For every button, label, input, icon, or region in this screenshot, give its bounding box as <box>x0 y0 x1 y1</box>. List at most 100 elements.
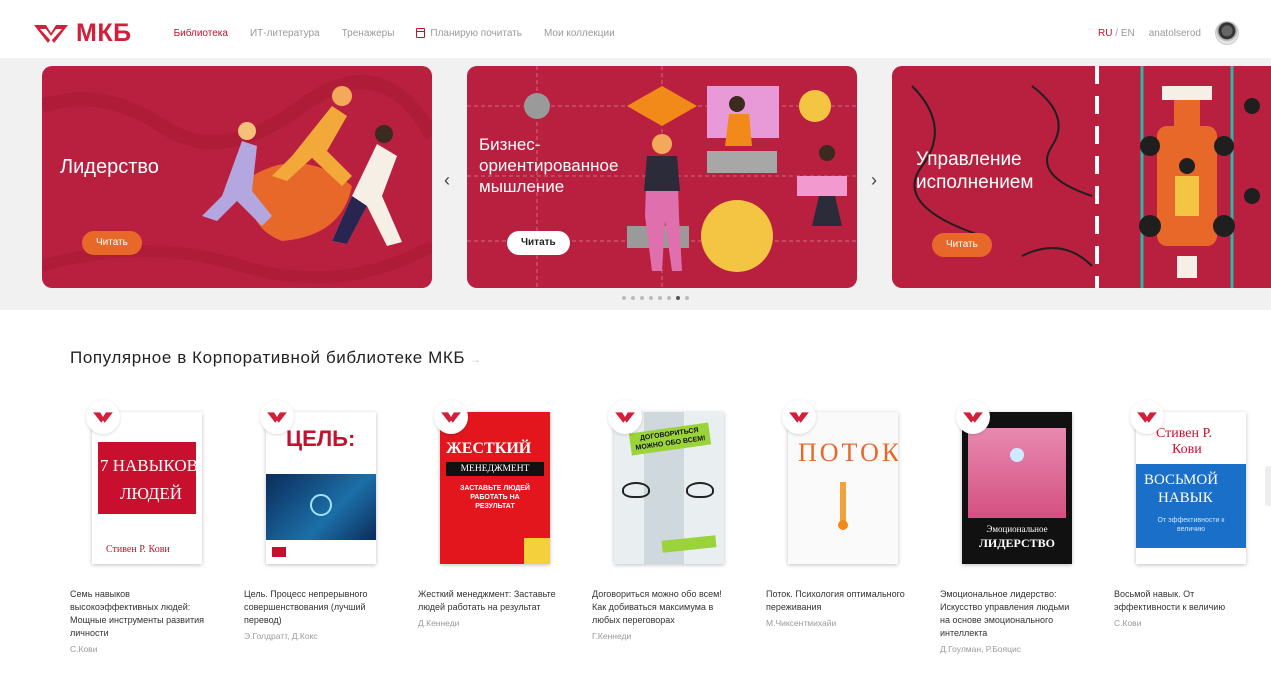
logo-text: МКБ <box>76 18 132 47</box>
book-title[interactable]: Жесткий менеджмент: Заставьте людей рабо… <box>418 588 558 614</box>
book-cover-wrap[interactable]: Стивен Р. Кови ВОСЬМОЙ НАВЫК От эффектив… <box>1130 400 1254 568</box>
mkb-logo-icon <box>34 25 68 43</box>
nav-trainers[interactable]: Тренажеры <box>342 28 395 39</box>
nav-it-literature[interactable]: ИТ-литература <box>250 28 320 39</box>
book-card[interactable]: 7 НАВЫКОВ ЛЮДЕЙ Стивен Р. Кови Семь навы… <box>70 400 244 654</box>
mkb-logo-icon <box>963 412 983 423</box>
books-scroll-next[interactable] <box>1265 466 1271 506</box>
book-card[interactable]: Стивен Р. Кови ВОСЬМОЙ НАВЫК От эффектив… <box>1114 400 1271 654</box>
cover-text: Кови <box>1172 442 1202 457</box>
carousel-dot[interactable] <box>658 296 662 300</box>
book-title[interactable]: Восьмой навык. От эффективности к величи… <box>1114 588 1254 614</box>
lang-ru[interactable]: RU <box>1098 28 1112 39</box>
cover-text: ЛЮДЕЙ <box>120 484 182 503</box>
nav-library[interactable]: Библиотека <box>174 28 228 39</box>
nav-plan-to-read[interactable]: Планирую почитать <box>416 28 522 39</box>
language-switcher[interactable]: RU / EN <box>1098 28 1135 39</box>
book-title[interactable]: Цель. Процесс непрерывного совершенствов… <box>244 588 384 627</box>
book-author: Д.Кеннеди <box>418 618 460 628</box>
mkb-logo-icon <box>441 412 461 423</box>
book-card[interactable]: Эмоциональное ЛИДЕРСТВО Эмоциональное ли… <box>940 400 1114 654</box>
mkb-badge <box>1130 400 1164 434</box>
slide-execution-management[interactable]: Управление исполнением Читать <box>892 66 1271 288</box>
nav-my-collections[interactable]: Мои коллекции <box>544 28 615 39</box>
cover-text: ЦЕЛЬ: <box>286 426 356 451</box>
cover-text: ВОСЬМОЙ <box>1144 472 1219 488</box>
lang-en[interactable]: EN <box>1121 28 1135 39</box>
cover-text: НАВЫК <box>1158 490 1213 506</box>
popular-title-text: Популярное в Корпоративной библиотеке МК… <box>70 348 466 367</box>
book-title[interactable]: Семь навыков высокоэффективных людей: Мо… <box>70 588 210 640</box>
book-cover-wrap[interactable]: ЦЕЛЬ: <box>260 400 384 568</box>
mkb-badge <box>260 400 294 434</box>
avatar[interactable] <box>1215 21 1239 45</box>
mkb-logo[interactable]: МКБ <box>32 19 132 48</box>
mkb-logo-icon <box>615 412 635 423</box>
cover-text: ЗАСТАВЬТЕ ЛЮДЕЙ РАБОТАТЬ НА РЕЗУЛЬТАТ <box>460 485 530 510</box>
book-card[interactable]: ДОГОВОРИТЬСЯ МОЖНО ОБО ВСЕМ! Договоритьс… <box>592 400 766 654</box>
mkb-logo-icon <box>1137 412 1157 423</box>
book-cover: ЦЕЛЬ: <box>266 412 376 564</box>
cover-text: ЛИДЕРСТВО <box>978 536 1056 550</box>
slide-title: Лидерство <box>60 156 159 178</box>
mkb-logo-icon <box>267 412 287 423</box>
carousel-dot[interactable] <box>640 296 644 300</box>
book-card[interactable]: ПОТОК Поток. Психология оптимального пер… <box>766 400 940 654</box>
carousel-dots <box>622 296 689 300</box>
book-author: Г.Кеннеди <box>592 631 632 641</box>
username[interactable]: anatolserod <box>1149 28 1201 39</box>
book-cover: 7 НАВЫКОВ ЛЮДЕЙ Стивен Р. Кови <box>92 412 202 564</box>
popular-section-title[interactable]: Популярное в Корпоративной библиотеке МК… <box>70 348 482 368</box>
book-cover-wrap[interactable]: 7 НАВЫКОВ ЛЮДЕЙ Стивен Р. Кови <box>86 400 210 568</box>
book-cover-wrap[interactable]: Эмоциональное ЛИДЕРСТВО <box>956 400 1080 568</box>
arrow-right-icon[interactable]: → <box>469 352 482 366</box>
book-title[interactable]: Эмоциональное лидерство: Искусство управ… <box>940 588 1080 640</box>
book-cover: ДОГОВОРИТЬСЯ МОЖНО ОБО ВСЕМ! <box>614 412 724 564</box>
mkb-badge <box>782 400 816 434</box>
book-cover-wrap[interactable]: ДОГОВОРИТЬСЯ МОЖНО ОБО ВСЕМ! <box>608 400 732 568</box>
book-title[interactable]: Договориться можно обо всем! Как добиват… <box>592 588 732 627</box>
book-card[interactable]: ЖЕСТКИЙ МЕНЕДЖМЕНТ ЗАСТАВЬТЕ ЛЮДЕЙ РАБОТ… <box>418 400 592 654</box>
read-button[interactable]: Читать <box>82 231 142 255</box>
cover-text: ПОТОК <box>798 438 898 467</box>
book-cover: ЖЕСТКИЙ МЕНЕДЖМЕНТ ЗАСТАВЬТЕ ЛЮДЕЙ РАБОТ… <box>440 412 550 564</box>
cover-text: ЖЕСТКИЙ <box>446 440 532 457</box>
book-cover: Эмоциональное ЛИДЕРСТВО <box>962 412 1072 564</box>
carousel-next-arrow[interactable]: › <box>871 170 877 191</box>
header-right: RU / EN anatolserod <box>1098 21 1239 45</box>
cover-text: Стивен Р. <box>1156 426 1213 441</box>
hero-carousel: Лидерство Читать ‹ Бизнес- ориентированн… <box>0 58 1271 310</box>
slide-business-thinking[interactable]: Бизнес- ориентированное мышление Читать <box>467 66 857 288</box>
mkb-badge <box>86 400 120 434</box>
carousel-dot[interactable] <box>667 296 671 300</box>
read-button[interactable]: Читать <box>932 233 992 257</box>
book-author: С.Кови <box>70 644 98 654</box>
book-title[interactable]: Поток. Психология оптимального переживан… <box>766 588 906 614</box>
cover-text: 7 НАВЫКОВ <box>100 456 198 475</box>
cover-text: МЕНЕДЖМЕНТ <box>446 462 544 476</box>
book-cover-wrap[interactable]: ЖЕСТКИЙ МЕНЕДЖМЕНТ ЗАСТАВЬТЕ ЛЮДЕЙ РАБОТ… <box>434 400 558 568</box>
slide-leadership[interactable]: Лидерство Читать <box>42 66 432 288</box>
mkb-badge <box>608 400 642 434</box>
book-author: М.Чиксентмихайи <box>766 618 837 628</box>
main-nav: Библиотека ИТ-литература Тренажеры Плани… <box>174 28 615 39</box>
carousel-dot[interactable] <box>631 296 635 300</box>
lang-separator: / <box>1112 27 1121 39</box>
mkb-logo-icon <box>789 412 809 423</box>
slide-title: Бизнес- ориентированное мышление <box>479 135 619 196</box>
book-card[interactable]: ЦЕЛЬ: Цель. Процесс непрерывного соверше… <box>244 400 418 654</box>
popular-books-list: 7 НАВЫКОВ ЛЮДЕЙ Стивен Р. Кови Семь навы… <box>70 400 1271 654</box>
cover-text: Эмоциональное <box>986 524 1048 534</box>
slide-title: Управление исполнением <box>916 149 1034 193</box>
carousel-dot[interactable] <box>685 296 689 300</box>
carousel-dot[interactable] <box>622 296 626 300</box>
calendar-icon <box>416 28 426 38</box>
mkb-badge <box>956 400 990 434</box>
mkb-badge <box>434 400 468 434</box>
book-cover-wrap[interactable]: ПОТОК <box>782 400 906 568</box>
read-button[interactable]: Читать <box>507 231 570 255</box>
book-author: Д.Гоулман, Р.Бояцис <box>940 644 1021 654</box>
carousel-dot-active[interactable] <box>676 296 680 300</box>
carousel-prev-arrow[interactable]: ‹ <box>444 170 450 191</box>
carousel-dot[interactable] <box>649 296 653 300</box>
